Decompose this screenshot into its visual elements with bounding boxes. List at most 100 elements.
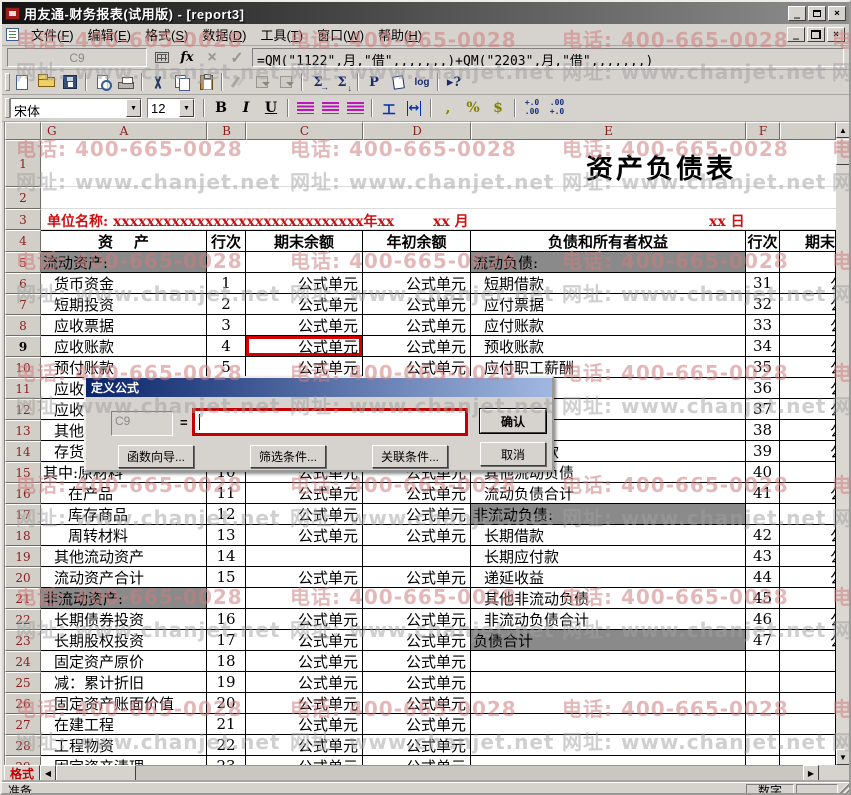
decrease-decimal-button[interactable]: .00 +.0 [545, 98, 569, 119]
row-header-5[interactable]: 5 [5, 252, 41, 273]
cell-B5[interactable] [207, 252, 246, 273]
table-header-cell[interactable]: 负债和所有者权益 [471, 230, 746, 252]
column-header-G[interactable]: G [780, 122, 836, 140]
row-header-19[interactable]: 19 [5, 546, 41, 567]
cell-A21[interactable]: 非流动资产: [41, 588, 207, 609]
horizontal-scroll-track[interactable] [136, 765, 803, 782]
cell-G25[interactable] [780, 672, 836, 693]
cell-E5[interactable]: 流动负债: [471, 252, 746, 273]
align-center-icon[interactable] [318, 98, 342, 119]
row-header-11[interactable]: 11 [5, 378, 41, 399]
document-icon[interactable] [6, 28, 19, 41]
cell-G9[interactable]: 公式单元 [780, 336, 836, 357]
align-left-icon[interactable] [293, 98, 317, 119]
formula-input[interactable]: =QM("1122",月,"借",,,,,,,)+QM("2203",月,"借"… [252, 48, 844, 67]
font-size-select[interactable]: 12 ▼ [147, 98, 195, 118]
cell-B16[interactable]: 11 [207, 483, 246, 504]
vertical-center-icon[interactable]: 工 [377, 98, 401, 119]
cell-G21[interactable] [780, 588, 836, 609]
cell-B19[interactable]: 14 [207, 546, 246, 567]
chevron-down-icon[interactable]: ▼ [126, 99, 141, 117]
function-wizard-button[interactable]: 函数向导... [118, 445, 194, 468]
cell-G6[interactable]: 公式单元 [780, 273, 836, 294]
fit-width-icon[interactable]: ↔ [402, 98, 426, 119]
cell-D28[interactable]: 公式单元 [363, 735, 471, 756]
resize-grip[interactable] [840, 784, 851, 795]
cell-B27[interactable]: 21 [207, 714, 246, 735]
row-header-24[interactable]: 24 [5, 651, 41, 672]
row-header-9[interactable]: 9 [5, 336, 41, 357]
menu-item-文[interactable]: 文件(F) [24, 23, 81, 46]
cell-D21[interactable] [363, 588, 471, 609]
paste-icon[interactable] [194, 72, 218, 93]
cell-G22[interactable]: 公式单元 [780, 609, 836, 630]
cell-D29[interactable]: 公式单元 [363, 756, 471, 765]
cell-B26[interactable]: 20 [207, 693, 246, 714]
cell-E21[interactable]: 其他非流动负债 [471, 588, 746, 609]
column-header-A[interactable]: A [41, 122, 207, 140]
percent-style-button[interactable]: % [461, 98, 485, 119]
row-header-13[interactable]: 13 [5, 420, 41, 441]
cell-G19[interactable]: 公式单元 [780, 546, 836, 567]
comma-style-button[interactable]: , [436, 98, 460, 119]
cell-D8[interactable]: 公式单元 [363, 315, 471, 336]
child-restore-icon[interactable] [807, 27, 825, 42]
cell-B29[interactable]: 23 [207, 756, 246, 765]
cell-E24[interactable] [471, 651, 746, 672]
cell-C21[interactable] [246, 588, 363, 609]
cell-G28[interactable] [780, 735, 836, 756]
bold-button[interactable]: B [209, 98, 233, 119]
cell-F14[interactable]: 39 [746, 441, 780, 462]
cell-A24[interactable]: 固定资产原价 [41, 651, 207, 672]
italic-button[interactable]: I [234, 98, 258, 119]
table-header-cell[interactable]: 期末余额 [246, 230, 363, 252]
cell-B22[interactable]: 16 [207, 609, 246, 630]
cell-D10[interactable]: 公式单元 [363, 357, 471, 378]
cell-E23[interactable]: 负债合计 [471, 630, 746, 651]
row-header-17[interactable]: 17 [5, 504, 41, 525]
underline-button[interactable]: U [259, 98, 283, 119]
cell-D27[interactable]: 公式单元 [363, 714, 471, 735]
cell-D26[interactable]: 公式单元 [363, 693, 471, 714]
copy-icon[interactable] [170, 72, 194, 93]
cell-E20[interactable]: 递延收益 [471, 567, 746, 588]
menu-item-格[interactable]: 格式(S) [138, 23, 195, 46]
row-header-6[interactable]: 6 [5, 273, 41, 294]
cell-G11[interactable]: 公式单元 [780, 378, 836, 399]
column-header-D[interactable]: D [363, 122, 471, 140]
cell-B23[interactable]: 17 [207, 630, 246, 651]
cell-reference-box[interactable]: C9 [7, 48, 147, 67]
select-all-corner[interactable] [5, 122, 41, 140]
cell-A8[interactable]: 应收票据 [41, 315, 207, 336]
cell-G5[interactable] [780, 252, 836, 273]
keypad-icon[interactable] [152, 49, 172, 67]
cell-F26[interactable] [746, 693, 780, 714]
cell-A23[interactable]: 长期股权投资 [41, 630, 207, 651]
cell-G20[interactable]: 公式单元 [780, 567, 836, 588]
cell-E18[interactable]: 长期借款 [471, 525, 746, 546]
cell-D16[interactable]: 公式单元 [363, 483, 471, 504]
cell-G13[interactable]: 公式单元 [780, 420, 836, 441]
insert-object-icon[interactable] [250, 72, 274, 93]
cell-C29[interactable]: 公式单元 [246, 756, 363, 765]
cell-A28[interactable]: 工程物资 [41, 735, 207, 756]
minimize-icon[interactable]: _ [788, 6, 806, 21]
cell-E6[interactable]: 短期借款 [471, 273, 746, 294]
cell-E16[interactable]: 流动负债合计 [471, 483, 746, 504]
cut-icon[interactable] [146, 72, 170, 93]
cell-D24[interactable]: 公式单元 [363, 651, 471, 672]
cell-F28[interactable] [746, 735, 780, 756]
cell-C7[interactable]: 公式单元 [246, 294, 363, 315]
cell-A9[interactable]: 应收账款 [41, 336, 207, 357]
cell-F12[interactable]: 37 [746, 399, 780, 420]
page-mode-icon[interactable]: P [362, 72, 386, 93]
cell-A6[interactable]: 货币资金 [41, 273, 207, 294]
row-header-10[interactable]: 10 [5, 357, 41, 378]
sum-row-icon[interactable]: Σ [306, 72, 330, 93]
cell-A18[interactable]: 周转材料 [41, 525, 207, 546]
table-header-cell[interactable]: 期末余额 [780, 230, 836, 252]
confirm-entry-icon[interactable]: ✓ [227, 49, 247, 67]
cell-G26[interactable] [780, 693, 836, 714]
cell-C27[interactable]: 公式单元 [246, 714, 363, 735]
menu-item-窗[interactable]: 窗口(W) [310, 23, 371, 46]
